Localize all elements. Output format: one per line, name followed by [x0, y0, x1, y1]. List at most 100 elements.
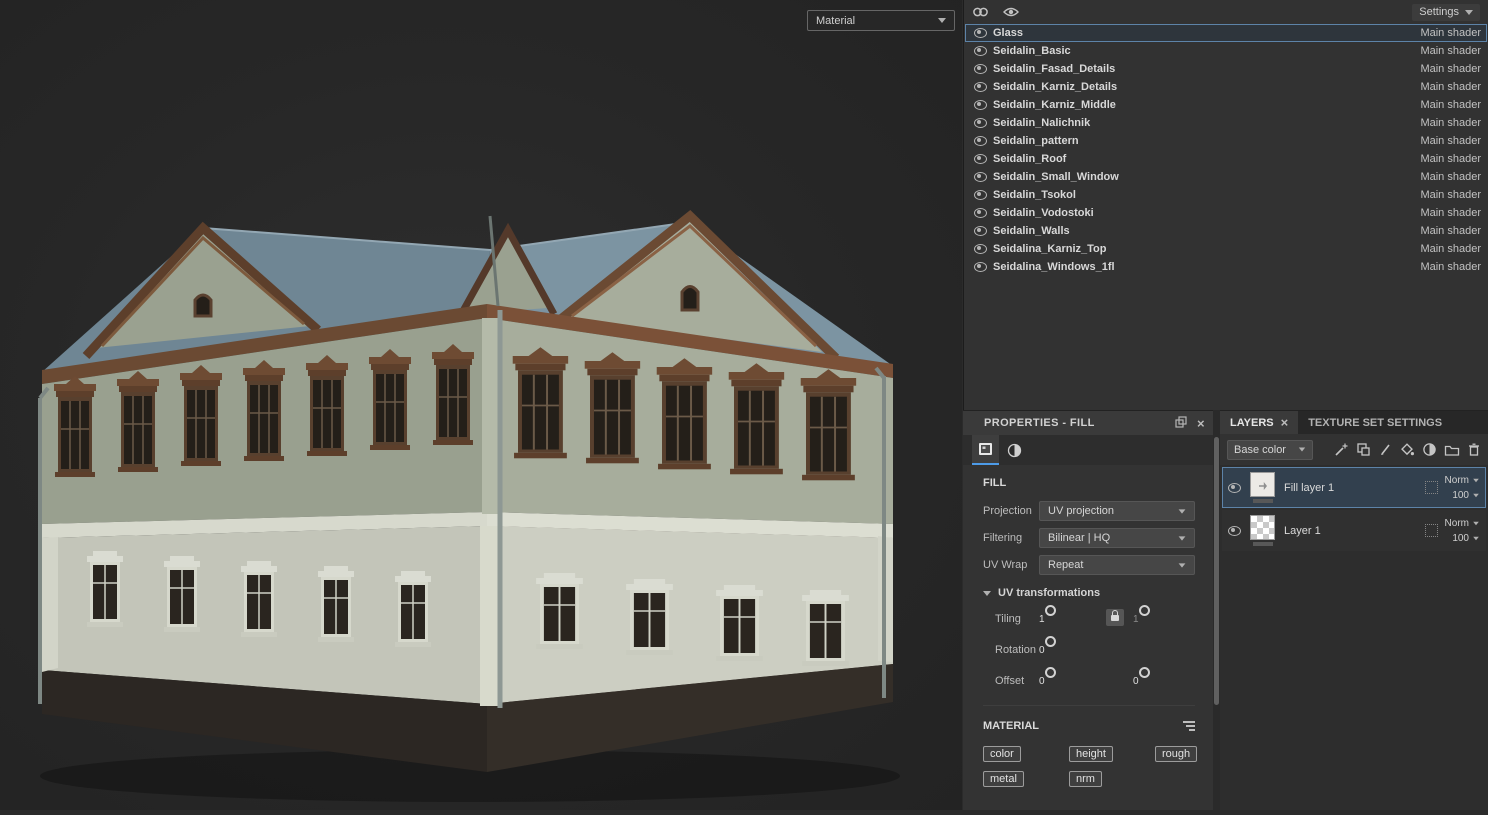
- shader-assignment[interactable]: Main shader: [1420, 117, 1481, 129]
- texture-set-row[interactable]: Seidalin_Karniz_Details Main shader: [965, 78, 1487, 96]
- shader-assignment[interactable]: Main shader: [1420, 225, 1481, 237]
- visibility-eye-icon[interactable]: [974, 226, 987, 236]
- shader-assignment[interactable]: Main shader: [1420, 135, 1481, 147]
- tab-material-sphere[interactable]: [1001, 435, 1028, 465]
- texture-set-row[interactable]: Seidalin_Small_Window Main shader: [965, 168, 1487, 186]
- shader-assignment[interactable]: Main shader: [1420, 189, 1481, 201]
- layer-thumbnail[interactable]: [1250, 472, 1275, 497]
- shader-assignment[interactable]: Main shader: [1420, 45, 1481, 57]
- opacity-control[interactable]: 100: [1452, 533, 1480, 544]
- channel-chip-nrm[interactable]: nrm: [1069, 771, 1102, 787]
- visibility-eye-icon[interactable]: [974, 172, 987, 182]
- properties-panel-header: PROPERTIES - FILL ×: [963, 411, 1213, 435]
- visibility-eye-icon[interactable]: [974, 154, 987, 164]
- add-smart-mask-sphere-icon[interactable]: [1422, 442, 1437, 457]
- texture-set-row[interactable]: Seidalin_Basic Main shader: [965, 42, 1487, 60]
- texture-set-row[interactable]: Seidalina_Windows_1fl Main shader: [965, 258, 1487, 276]
- uv-wrap-dropdown[interactable]: Repeat: [1039, 555, 1195, 575]
- texture-set-row[interactable]: Seidalina_Karniz_Top Main shader: [965, 240, 1487, 258]
- shader-assignment[interactable]: Main shader: [1420, 261, 1481, 273]
- channel-chip-color[interactable]: color: [983, 746, 1021, 762]
- tab-fill-parameters[interactable]: [972, 435, 999, 465]
- layer-mask-slot-icon[interactable]: [1424, 524, 1438, 537]
- channel-chip-height[interactable]: height: [1069, 746, 1113, 762]
- texture-set-row[interactable]: Seidalin_Fasad_Details Main shader: [965, 60, 1487, 78]
- layer-name: Fill layer 1: [1284, 481, 1335, 494]
- slider-knob[interactable]: [1044, 667, 1056, 678]
- channel-view-dropdown[interactable]: Base color: [1227, 439, 1313, 460]
- viewport-shading-dropdown[interactable]: Material: [807, 10, 955, 31]
- material-section-title: MATERIAL: [983, 720, 1040, 732]
- texture-set-row[interactable]: Seidalin_Roof Main shader: [965, 150, 1487, 168]
- scrollbar-thumb[interactable]: [1214, 437, 1219, 705]
- filtering-dropdown[interactable]: Bilinear | HQ: [1039, 528, 1195, 548]
- channel-chip-rough[interactable]: rough: [1155, 746, 1198, 762]
- texture-set-settings-dropdown[interactable]: Settings: [1412, 3, 1480, 21]
- texture-set-rows: Glass Main shader Seidalin_Basic Main sh…: [964, 24, 1488, 276]
- visibility-eye-icon[interactable]: [974, 136, 987, 146]
- close-panel-icon[interactable]: ×: [1197, 417, 1205, 430]
- visibility-eye-icon[interactable]: [974, 46, 987, 56]
- shader-assignment[interactable]: Main shader: [1420, 171, 1481, 183]
- texture-set-row[interactable]: Seidalin_Walls Main shader: [965, 222, 1487, 240]
- texture-set-row[interactable]: Glass Main shader: [965, 24, 1487, 42]
- visibility-eye-icon[interactable]: [974, 208, 987, 218]
- viewport-shading-value: Material: [816, 14, 856, 27]
- shader-assignment[interactable]: Main shader: [1420, 207, 1481, 219]
- visibility-eye-icon[interactable]: [974, 118, 987, 128]
- projection-dropdown[interactable]: UV projection: [1039, 501, 1195, 521]
- slider-knob[interactable]: [1138, 667, 1150, 678]
- visibility-eye-icon[interactable]: [974, 190, 987, 200]
- blend-mode-dropdown[interactable]: Norm: [1445, 518, 1480, 529]
- tab-layers[interactable]: LAYERS ×: [1220, 411, 1299, 434]
- texture-set-row[interactable]: Seidalin_pattern Main shader: [965, 132, 1487, 150]
- visibility-eye-icon[interactable]: [974, 28, 987, 38]
- add-fill-layer-bucket-icon[interactable]: [1400, 442, 1415, 457]
- shader-assignment[interactable]: Main shader: [1420, 153, 1481, 165]
- texture-set-row[interactable]: Seidalin_Vodostoki Main shader: [965, 204, 1487, 222]
- add-effect-wand-icon[interactable]: [1334, 442, 1349, 457]
- opacity-value: 100: [1452, 489, 1469, 501]
- add-folder-icon[interactable]: [1444, 443, 1460, 457]
- slider-knob[interactable]: [1138, 605, 1150, 616]
- add-paint-layer-brush-icon[interactable]: [1378, 442, 1393, 457]
- link-texture-sets-icon[interactable]: [972, 5, 989, 19]
- opacity-control[interactable]: 100: [1452, 490, 1480, 501]
- add-smart-material-icon[interactable]: [1356, 442, 1371, 457]
- delete-layer-trash-icon[interactable]: [1467, 442, 1481, 457]
- shader-assignment[interactable]: Main shader: [1420, 27, 1481, 39]
- layer-visibility-eye-icon[interactable]: [1228, 482, 1241, 493]
- visibility-eye-icon[interactable]: [974, 100, 987, 110]
- visibility-eye-icon[interactable]: [974, 244, 987, 254]
- blend-mode-dropdown[interactable]: Norm: [1445, 475, 1480, 486]
- channel-chip-metal[interactable]: metal: [983, 771, 1024, 787]
- 3d-viewport[interactable]: Material: [0, 0, 962, 810]
- slider-knob[interactable]: [1044, 636, 1056, 647]
- tab-layers-label: LAYERS: [1230, 416, 1274, 429]
- layer-mask-slot-icon[interactable]: [1424, 481, 1438, 494]
- layer-visibility-eye-icon[interactable]: [1228, 525, 1241, 536]
- layer-thumbnail[interactable]: [1250, 515, 1275, 540]
- shader-assignment[interactable]: Main shader: [1420, 63, 1481, 75]
- channel-filter-icon[interactable]: [1183, 721, 1195, 731]
- layer-row-paint-layer[interactable]: Layer 1 Norm 100: [1222, 510, 1486, 551]
- texture-set-row[interactable]: Seidalin_Tsokol Main shader: [965, 186, 1487, 204]
- texture-set-row[interactable]: Seidalin_Karniz_Middle Main shader: [965, 96, 1487, 114]
- layer-row-fill-layer[interactable]: Fill layer 1 Norm 100: [1222, 467, 1486, 508]
- tiling-lock-icon[interactable]: [1106, 609, 1124, 626]
- shader-assignment[interactable]: Main shader: [1420, 81, 1481, 93]
- properties-scrollbar[interactable]: [1213, 410, 1220, 810]
- popout-panel-icon[interactable]: [1175, 415, 1187, 431]
- visibility-eye-icon[interactable]: [974, 82, 987, 92]
- tiling-label: Tiling: [995, 613, 1021, 625]
- uv-transformations-header[interactable]: UV transformations: [983, 587, 1195, 599]
- visibility-eye-icon[interactable]: [974, 262, 987, 272]
- visibility-eye-icon[interactable]: [974, 64, 987, 74]
- tab-texture-set-settings[interactable]: TEXTURE SET SETTINGS: [1298, 411, 1452, 434]
- shader-assignment[interactable]: Main shader: [1420, 243, 1481, 255]
- close-tab-icon[interactable]: ×: [1281, 416, 1289, 429]
- shader-assignment[interactable]: Main shader: [1420, 99, 1481, 111]
- texture-set-row[interactable]: Seidalin_Nalichnik Main shader: [965, 114, 1487, 132]
- toggle-all-visibility-eye-icon[interactable]: [1003, 6, 1019, 18]
- slider-knob[interactable]: [1044, 605, 1056, 616]
